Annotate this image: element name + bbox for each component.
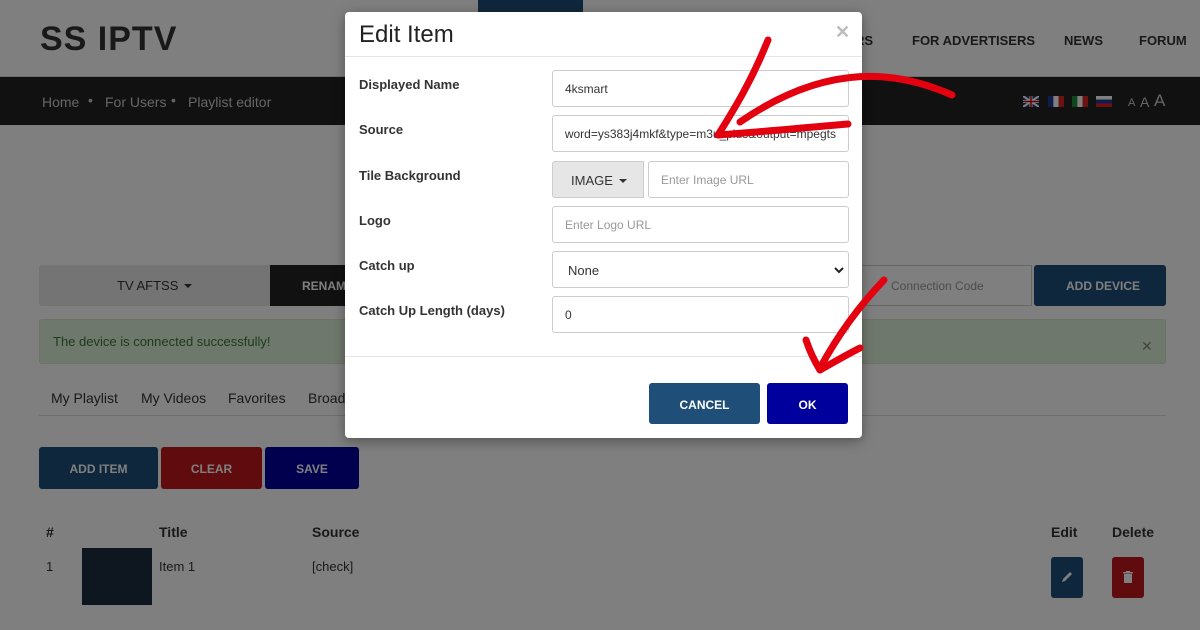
arrowhead-bottom-stroke [714,120,852,139]
annotation-arrows [714,36,956,374]
arrowhead-ok-left [802,336,824,374]
arrow-to-source-icon [736,72,956,126]
